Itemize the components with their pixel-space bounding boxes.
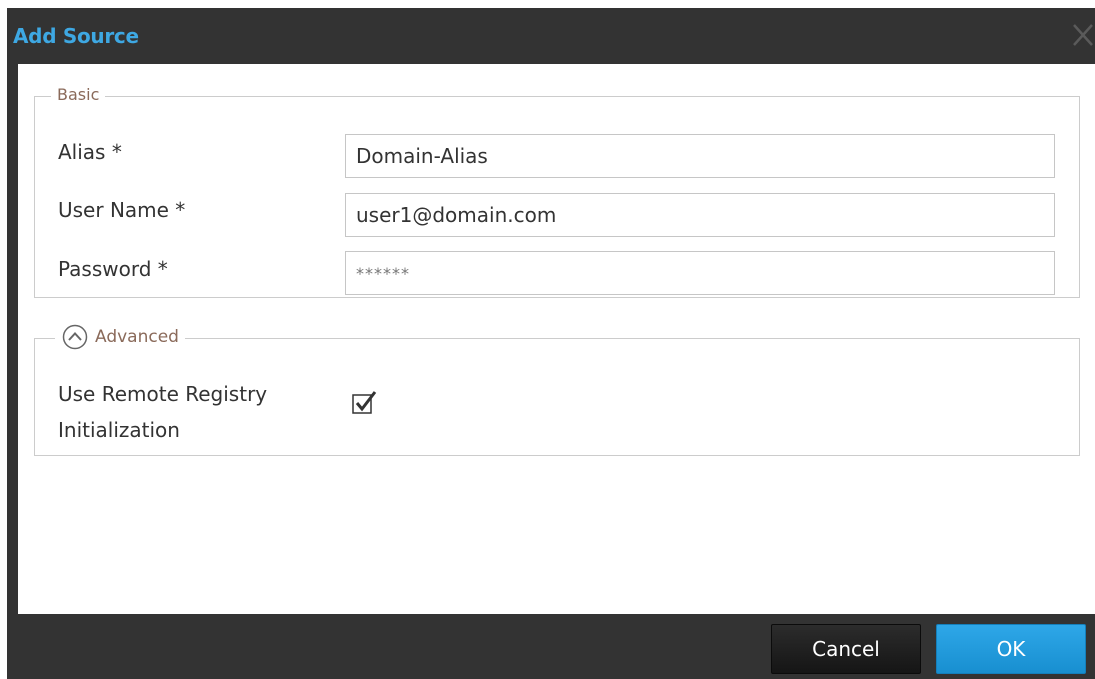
close-icon[interactable] <box>1071 22 1095 48</box>
advanced-legend-label: Advanced <box>95 327 179 347</box>
user-name-input[interactable] <box>345 193 1055 237</box>
cancel-button[interactable]: Cancel <box>771 624 921 674</box>
dialog-footer: Cancel OK <box>7 614 1095 679</box>
basic-legend: Basic <box>51 84 106 106</box>
advanced-section: Advanced Use Remote Registry Initializat… <box>34 323 1080 456</box>
ok-button[interactable]: OK <box>936 624 1086 674</box>
advanced-legend: Advanced <box>55 323 185 351</box>
dialog-titlebar: Add Source <box>7 8 1095 64</box>
user-name-label: User Name * <box>58 198 186 222</box>
password-input[interactable] <box>345 251 1055 295</box>
add-source-dialog: Add Source Basic Alias * User Name * Pas… <box>7 8 1095 679</box>
chevron-up-circle-icon[interactable] <box>61 323 89 351</box>
alias-input[interactable] <box>345 134 1055 178</box>
remote-registry-label-line2: Initialization <box>58 418 180 442</box>
remote-registry-checkbox[interactable] <box>351 389 377 415</box>
dialog-title: Add Source <box>13 24 139 48</box>
alias-label: Alias * <box>58 140 122 164</box>
remote-registry-label-line1: Use Remote Registry <box>58 382 268 406</box>
basic-section: Basic Alias * User Name * Password * <box>34 84 1080 298</box>
password-label: Password * <box>58 257 168 281</box>
checkmark-icon <box>352 391 377 414</box>
dialog-content: Basic Alias * User Name * Password * Adv… <box>18 64 1095 614</box>
